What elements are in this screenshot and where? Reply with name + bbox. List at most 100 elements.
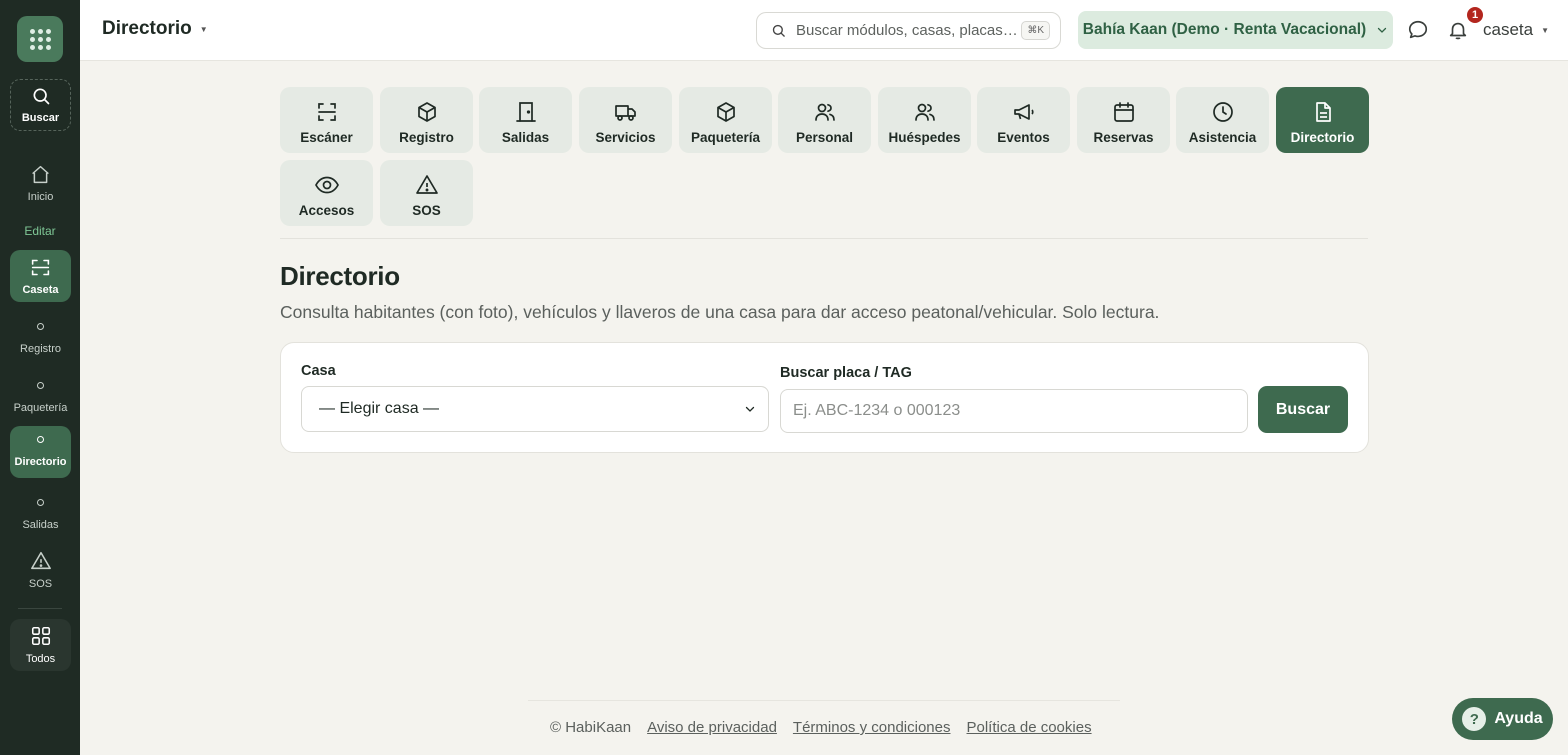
module-servicios[interactable]: Servicios: [579, 87, 672, 153]
module-label: Registro: [399, 129, 454, 145]
door-icon: [515, 101, 536, 122]
sidebar-search-button[interactable]: Buscar: [10, 79, 71, 131]
question-icon: ?: [1462, 707, 1487, 731]
page-title: Directorio: [102, 18, 192, 39]
box-icon: [716, 101, 735, 122]
sidebar-item-label: Todos: [25, 653, 56, 665]
plate-search-input[interactable]: [780, 389, 1248, 433]
sidebar-item-label: Inicio: [27, 190, 54, 203]
search-input[interactable]: Buscar módulos, casas, placas…: [796, 22, 1021, 39]
topbar: Directorio ▼ Buscar módulos, casas, plac…: [80, 0, 1568, 61]
scan-icon: [317, 102, 336, 121]
module-label: Personal: [795, 129, 854, 145]
copyright: © HabiKaan: [550, 719, 632, 736]
sidebar-item-all[interactable]: Todos: [10, 619, 71, 671]
sidebar: Buscar Inicio Editar Caseta Registro Paq…: [0, 0, 80, 755]
dot-icon: [37, 323, 44, 330]
user-menu[interactable]: caseta ▼: [1483, 20, 1549, 40]
terms-link[interactable]: Términos y condiciones: [793, 719, 951, 736]
module-label: Salidas: [501, 129, 550, 145]
module-salidas[interactable]: Salidas: [479, 87, 572, 153]
module-label: Accesos: [298, 202, 355, 218]
page-title-dropdown[interactable]: Directorio ▼: [102, 18, 208, 40]
sidebar-item-registro[interactable]: Registro: [10, 313, 71, 365]
module-label: Paquetería: [690, 129, 761, 145]
dot-icon: [37, 436, 44, 443]
search-card: Casa — Elegir casa — Buscar placa / TAG …: [280, 342, 1369, 453]
apps-grid-icon[interactable]: [17, 16, 63, 62]
warning-icon: [415, 174, 438, 194]
module-sos[interactable]: SOS: [380, 160, 473, 226]
chevron-down-icon: [745, 406, 755, 412]
property-name: Bahía Kaan (Demo · Renta Vacacional): [1082, 21, 1367, 38]
megaphone-icon: [1013, 103, 1034, 120]
search-shortcut: ⌘K: [1021, 21, 1050, 40]
truck-icon: [614, 104, 636, 121]
help-button[interactable]: ? Ayuda: [1452, 698, 1553, 740]
module-label: Escáner: [300, 129, 353, 145]
search-icon: [33, 88, 49, 105]
warning-icon: [30, 551, 51, 570]
help-label: Ayuda: [1494, 710, 1543, 727]
scan-icon: [31, 259, 50, 275]
calendar-icon: [1113, 101, 1134, 122]
sidebar-item-directorio[interactable]: Directorio: [10, 426, 71, 478]
box-icon: [417, 101, 436, 122]
notification-badge: 1: [1467, 7, 1483, 23]
cookies-link[interactable]: Política de cookies: [967, 719, 1092, 736]
module-label: Servicios: [595, 129, 656, 145]
sidebar-item-label: Directorio: [14, 456, 67, 468]
sidebar-search-label: Buscar: [21, 112, 60, 124]
module-label: SOS: [412, 202, 441, 218]
module-accesos[interactable]: Accesos: [280, 160, 373, 226]
casa-label: Casa: [301, 363, 336, 379]
module-label: Reservas: [1093, 129, 1154, 145]
module-registro[interactable]: Registro: [380, 87, 473, 153]
module-label: Directorio: [1290, 129, 1355, 145]
dot-icon: [37, 382, 44, 389]
users-icon: [914, 103, 935, 121]
module-reservas[interactable]: Reservas: [1077, 87, 1170, 153]
bell-icon[interactable]: [1447, 19, 1469, 41]
module-directorio[interactable]: Directorio: [1276, 87, 1369, 153]
home-icon: [32, 165, 49, 183]
module-huespedes[interactable]: Huéspedes: [878, 87, 971, 153]
module-personal[interactable]: Personal: [778, 87, 871, 153]
sidebar-item-label: Caseta: [22, 283, 59, 296]
grid-icon: [31, 626, 50, 646]
user-name: caseta: [1483, 20, 1534, 39]
sidebar-section-label: Editar: [24, 224, 56, 238]
sidebar-divider: [18, 608, 62, 609]
chat-icon[interactable]: [1407, 19, 1429, 41]
module-escaner[interactable]: Escáner: [280, 87, 373, 153]
sidebar-item-paqueteria[interactable]: Paquetería: [10, 372, 71, 424]
module-paqueteria[interactable]: Paquetería: [679, 87, 772, 153]
plate-label: Buscar placa / TAG: [780, 365, 912, 381]
sidebar-item-label: SOS: [28, 578, 53, 590]
sidebar-item-label: Salidas: [22, 519, 59, 531]
caret-down-icon: ▼: [1541, 25, 1550, 35]
document-icon: [1315, 101, 1331, 122]
sidebar-item-home[interactable]: Inicio: [10, 157, 71, 209]
section-divider: [280, 238, 1368, 239]
main-title: Directorio: [280, 261, 400, 291]
module-asistencia[interactable]: Asistencia: [1176, 87, 1269, 153]
module-label: Huéspedes: [888, 129, 961, 145]
footer-divider: [528, 700, 1120, 701]
sidebar-item-label: Registro: [20, 343, 61, 355]
module-eventos[interactable]: Eventos: [977, 87, 1070, 153]
sidebar-item-caseta[interactable]: Caseta: [10, 250, 71, 302]
search-button[interactable]: Buscar: [1258, 386, 1348, 433]
global-search[interactable]: Buscar módulos, casas, placas… ⌘K: [756, 12, 1061, 49]
clock-icon: [1212, 101, 1233, 122]
module-label: Asistencia: [1188, 129, 1257, 145]
sidebar-item-sos[interactable]: SOS: [10, 544, 71, 596]
dot-icon: [37, 499, 44, 506]
property-selector[interactable]: Bahía Kaan (Demo · Renta Vacacional): [1078, 11, 1393, 49]
privacy-link[interactable]: Aviso de privacidad: [647, 719, 777, 736]
casa-select-value: — Elegir casa —: [319, 400, 440, 417]
casa-select[interactable]: — Elegir casa —: [301, 386, 769, 432]
users-icon: [814, 103, 835, 121]
sidebar-item-salidas[interactable]: Salidas: [10, 489, 71, 541]
sidebar-item-label: Paquetería: [13, 402, 68, 414]
